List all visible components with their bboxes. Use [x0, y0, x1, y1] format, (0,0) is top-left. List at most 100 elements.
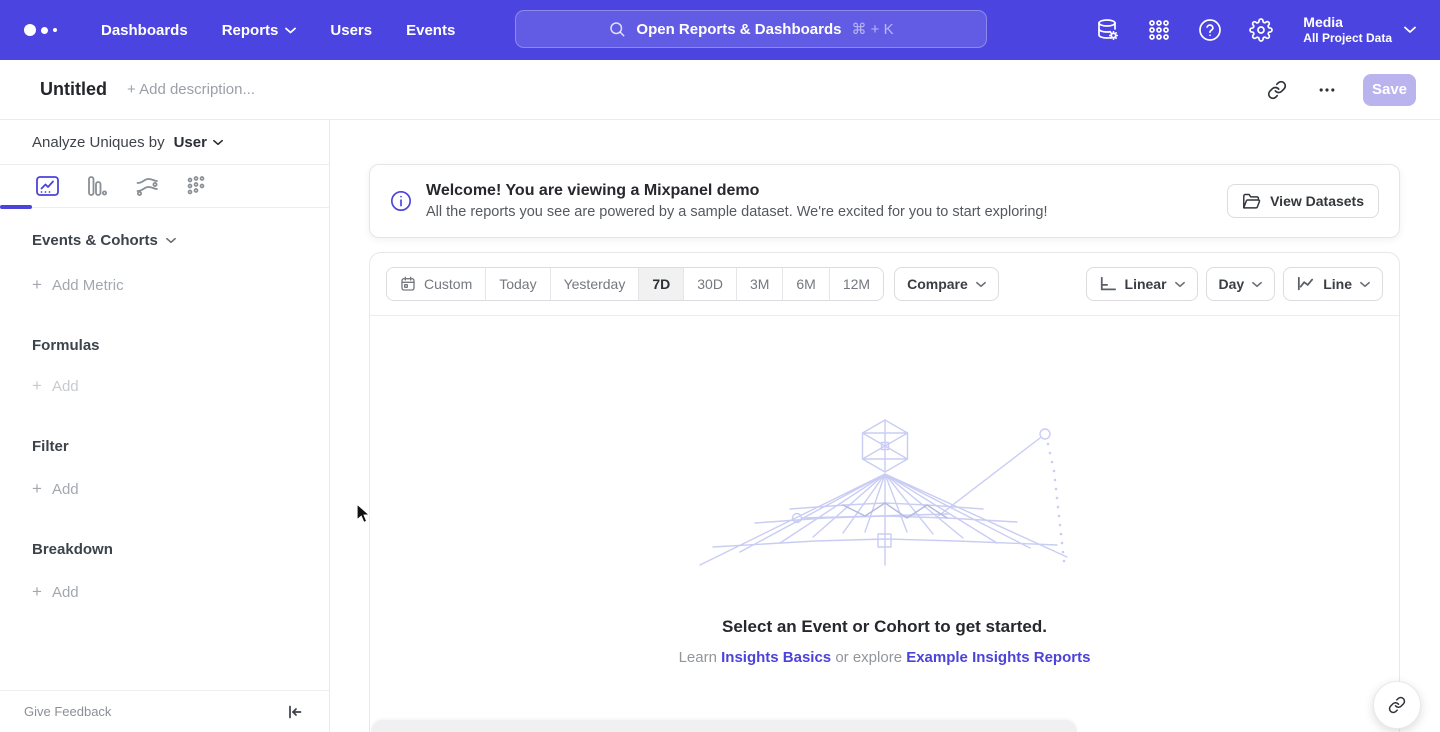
search-placeholder: Open Reports & Dashboards: [636, 21, 841, 38]
date-range-6m[interactable]: 6M: [782, 268, 828, 300]
plus-icon: +: [32, 275, 42, 295]
nav-label: Dashboards: [101, 22, 188, 39]
more-options-icon[interactable]: [1313, 76, 1341, 104]
add-breakdown-button[interactable]: + Add: [0, 582, 329, 602]
date-range-label: 3M: [750, 276, 769, 292]
date-range-custom[interactable]: Custom: [387, 268, 485, 300]
banner-title: Welcome! You are viewing a Mixpanel demo: [426, 182, 1048, 200]
breakdown-section: Breakdown: [0, 541, 329, 558]
add-metric-label: Add Metric: [52, 277, 124, 294]
date-range-label: 6M: [796, 276, 815, 292]
date-range-yesterday[interactable]: Yesterday: [550, 268, 639, 300]
events-cohorts-label: Events & Cohorts: [32, 232, 158, 249]
mixpanel-logo-icon[interactable]: [24, 24, 57, 36]
chevron-down-icon: [1252, 281, 1262, 288]
add-filter-label: Add: [52, 481, 79, 498]
tab-scatter[interactable]: [182, 171, 212, 201]
axis-icon: [1099, 276, 1117, 292]
scale-dropdown[interactable]: Linear: [1086, 267, 1198, 301]
nav-label: Users: [330, 22, 372, 39]
date-range-today[interactable]: Today: [485, 268, 549, 300]
data-management-icon[interactable]: [1095, 17, 1121, 43]
info-icon: [390, 190, 412, 212]
chart-type-label: Line: [1323, 276, 1352, 292]
add-metric-button[interactable]: + Add Metric: [0, 275, 329, 295]
search-icon: [608, 20, 626, 38]
report-canvas: Welcome! You are viewing a Mixpanel demo…: [330, 120, 1440, 732]
insights-panel: Custom Today Yesterday 7D 30D 3M 6M 12M …: [369, 252, 1400, 732]
chevron-down-icon: [1175, 281, 1185, 288]
copy-link-icon[interactable]: [1263, 76, 1291, 104]
compare-dropdown[interactable]: Compare: [894, 267, 999, 301]
analyze-by-value: User: [174, 134, 207, 151]
bottom-drawer-handle[interactable]: [371, 720, 1077, 732]
nav-item-events[interactable]: Events: [406, 22, 455, 39]
add-formula-label: Add: [52, 378, 79, 395]
compare-label: Compare: [907, 276, 968, 292]
collapse-sidebar-icon[interactable]: [287, 704, 303, 720]
project-name: Media: [1303, 14, 1392, 31]
date-range-12m[interactable]: 12M: [829, 268, 883, 300]
plus-icon: +: [32, 479, 42, 499]
date-range-label: 7D: [652, 276, 670, 292]
example-reports-link[interactable]: Example Insights Reports: [906, 649, 1090, 666]
learn-text: Learn: [679, 649, 717, 666]
banner-subtitle: All the reports you see are powered by a…: [426, 204, 1048, 220]
apps-grid-icon[interactable]: [1146, 17, 1172, 43]
plus-icon: +: [32, 582, 42, 602]
add-filter-button[interactable]: + Add: [0, 479, 329, 499]
tab-bar-chart[interactable]: [82, 171, 112, 201]
add-breakdown-label: Add: [52, 584, 79, 601]
tab-insights[interactable]: [32, 171, 62, 201]
top-nav: Dashboards Reports Users Events Open Rep…: [0, 0, 1440, 60]
folder-icon: [1242, 193, 1261, 210]
empty-state-illustration: [695, 417, 1075, 572]
date-range-3m[interactable]: 3M: [736, 268, 782, 300]
nav-item-dashboards[interactable]: Dashboards: [101, 22, 188, 39]
date-range-30d[interactable]: 30D: [683, 268, 736, 300]
filter-section: Filter: [0, 438, 329, 455]
project-selector[interactable]: Media All Project Data: [1303, 14, 1416, 46]
save-button[interactable]: Save: [1363, 74, 1416, 106]
tab-flows[interactable]: [132, 171, 162, 201]
nav-item-users[interactable]: Users: [330, 22, 372, 39]
date-range-group: Custom Today Yesterday 7D 30D 3M 6M 12M: [386, 267, 884, 301]
empty-chart-area: Select an Event or Cohort to get started…: [370, 316, 1399, 732]
analyze-by-dropdown[interactable]: User: [174, 134, 223, 151]
give-feedback-link[interactable]: Give Feedback: [24, 704, 111, 719]
chevron-down-icon: [1360, 281, 1370, 288]
date-range-label: Yesterday: [564, 276, 626, 292]
line-chart-icon: [1296, 276, 1315, 292]
interval-label: Day: [1219, 276, 1245, 292]
events-cohorts-section[interactable]: Events & Cohorts: [0, 232, 329, 249]
report-header: Untitled + Add description... Save: [0, 60, 1440, 120]
query-builder-sidebar: Analyze Uniques by User: [0, 120, 330, 732]
date-range-label: Today: [499, 276, 536, 292]
date-range-label: Custom: [424, 276, 472, 292]
search-input[interactable]: Open Reports & Dashboards ⌘ + K: [515, 10, 987, 48]
explore-text: or explore: [835, 649, 902, 666]
share-link-button[interactable]: [1373, 681, 1421, 729]
view-datasets-button[interactable]: View Datasets: [1227, 184, 1379, 218]
report-title[interactable]: Untitled: [40, 79, 107, 100]
add-formula-button[interactable]: + Add: [0, 376, 329, 396]
chart-controls: Custom Today Yesterday 7D 30D 3M 6M 12M …: [370, 253, 1399, 316]
formulas-label: Formulas: [32, 337, 100, 354]
formulas-section: Formulas: [0, 337, 329, 354]
chart-type-dropdown[interactable]: Line: [1283, 267, 1383, 301]
nav-item-reports[interactable]: Reports: [222, 22, 297, 39]
settings-gear-icon[interactable]: [1248, 17, 1274, 43]
insights-basics-link[interactable]: Insights Basics: [721, 649, 831, 666]
date-range-label: 30D: [697, 276, 723, 292]
view-datasets-label: View Datasets: [1270, 193, 1364, 209]
interval-dropdown[interactable]: Day: [1206, 267, 1276, 301]
analyze-uniques-label: Analyze Uniques by: [32, 134, 165, 151]
add-description-field[interactable]: + Add description...: [127, 81, 255, 98]
date-range-7d[interactable]: 7D: [638, 268, 683, 300]
demo-banner: Welcome! You are viewing a Mixpanel demo…: [369, 164, 1400, 238]
chevron-down-icon: [1404, 26, 1416, 34]
help-icon[interactable]: [1197, 17, 1223, 43]
scale-label: Linear: [1125, 276, 1167, 292]
filter-label: Filter: [32, 438, 69, 455]
plus-icon: +: [32, 376, 42, 396]
